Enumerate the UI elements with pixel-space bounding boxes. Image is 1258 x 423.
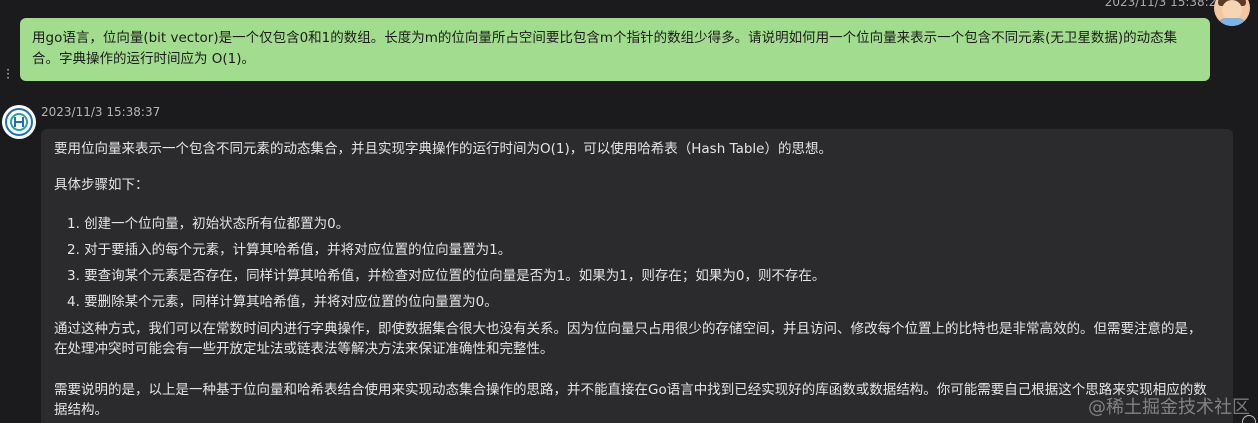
list-item: 2. 对于要插入的每个元素，计算其哈希值，并将对应位置的位向量置为1。 [67,242,512,258]
assistant-body: 通过这种方式，我们可以在常数时间内进行字典操作，即使数据集合很大也没有关系。因为… [54,321,1202,357]
list-item: 4. 要删除某个元素，同样计算其哈希值，并将对应位置的位向量置为0。 [67,294,498,310]
steps-list: 1. 创建一个位向量，初始状态所有位都置为0。 2. 对于要插入的每个元素，计算… [67,211,825,315]
watermark: @稀土掘金技术社区 [1088,397,1250,418]
bot-logo-icon [2,105,36,139]
assistant-message-timestamp: 2023/11/3 15:38:37 [41,105,161,119]
user-message-bubble: 用go语言，位向量(bit vector)是一个仅包含0和1的数组。长度为m的位… [20,18,1210,81]
steps-title: 具体步骤如下： [54,177,149,193]
assistant-message-bubble: 要用位向量来表示一个包含不同元素的动态集合，并且实现字典操作的运行时间为O(1)… [41,129,1233,423]
list-item: 3. 要查询某个元素是否存在，同样计算其哈希值，并检查对应位置的位向量是否为1。… [67,268,826,284]
chat-window: 2023/11/3 15:38:24 · · · 用go语言，位向量(bit vec… [0,0,1258,423]
user-message-text: 用go语言，位向量(bit vector)是一个仅包含0和1的数组。长度为m的位… [32,30,1178,67]
assistant-intro: 要用位向量来表示一个包含不同元素的动态集合，并且实现字典操作的运行时间为O(1)… [54,141,832,157]
assistant-note: 需要说明的是，以上是一种基于位向量和哈希表结合使用来实现动态集合操作的思路，并不… [54,382,1207,418]
user-message-timestamp: 2023/11/3 15:38:24 [1104,0,1224,9]
user-avatar[interactable] [1214,0,1250,26]
list-item: 1. 创建一个位向量，初始状态所有位都置为0。 [67,216,350,232]
search-icon[interactable] [1242,415,1256,423]
more-vertical-icon[interactable]: · · · [5,64,11,84]
